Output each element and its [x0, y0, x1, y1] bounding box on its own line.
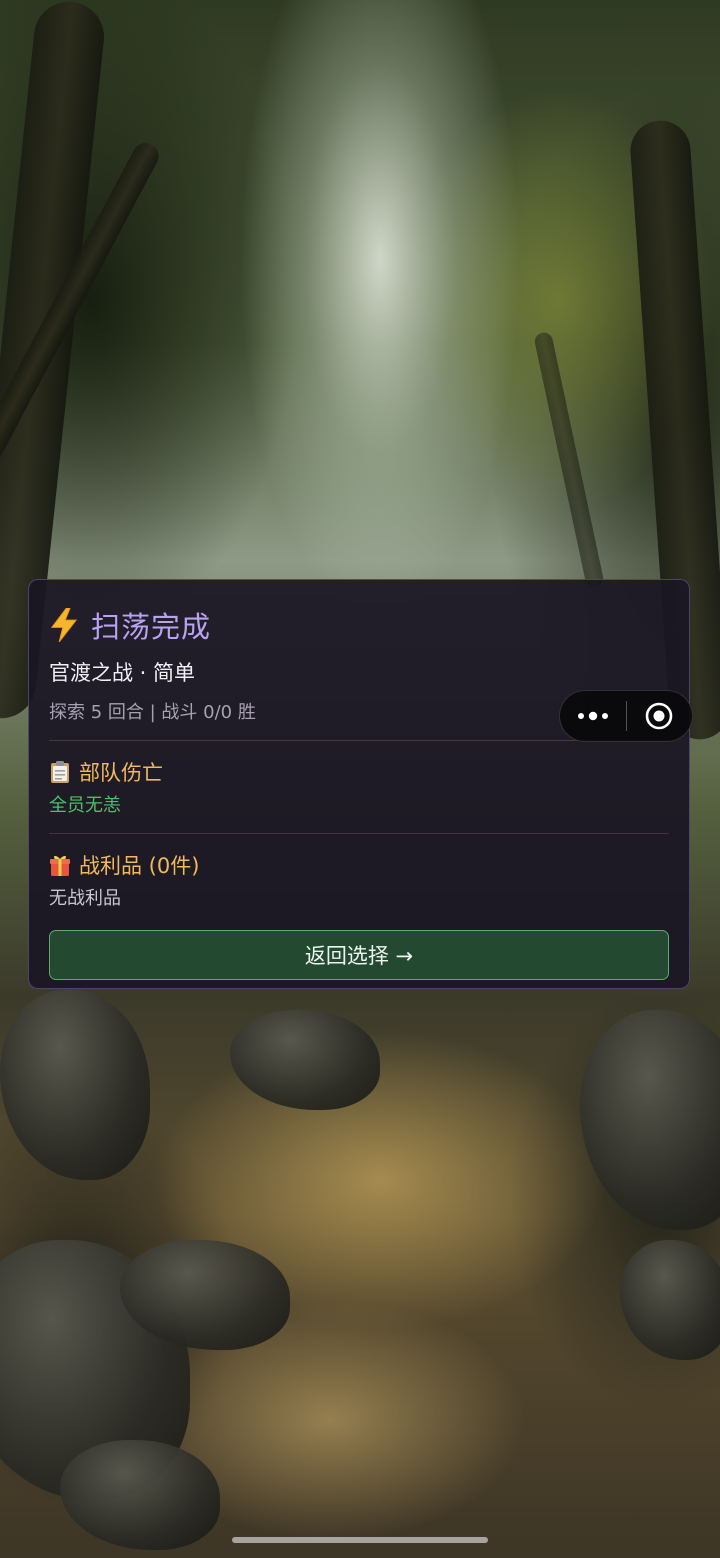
close-miniprogram-button[interactable] [627, 691, 693, 741]
more-menu-button[interactable] [560, 691, 626, 741]
gift-icon [50, 855, 70, 876]
return-select-button[interactable]: 返回选择 → [49, 930, 669, 980]
loot-value: 无战利品 [49, 888, 121, 909]
sweep-result-card: 扫荡完成 官渡之战 · 简单 探索 5 回合 | 战斗 0/0 胜 部队伤亡 全… [28, 579, 690, 989]
casualties-value: 全员无恙 [49, 795, 121, 816]
title-row: 扫荡完成 [49, 602, 669, 648]
result-title: 扫荡完成 [91, 610, 212, 644]
loot-label: 战利品 (0件) [79, 854, 200, 878]
clipboard-icon [51, 761, 69, 783]
casualties-header: 部队伤亡 [49, 757, 669, 787]
more-dots-icon [577, 711, 608, 721]
casualties-label: 部队伤亡 [79, 761, 163, 785]
miniprogram-capsule [559, 690, 693, 742]
screen: 扫荡完成 官渡之战 · 简单 探索 5 回合 | 战斗 0/0 胜 部队伤亡 全… [0, 0, 720, 1558]
stage-name: 官渡之战 · 简单 [49, 661, 196, 685]
home-indicator[interactable] [232, 1537, 488, 1543]
loot-header: 战利品 (0件) [49, 850, 669, 880]
divider-2 [49, 833, 669, 834]
target-close-icon [645, 702, 673, 730]
lightning-bolt-icon [50, 608, 78, 642]
